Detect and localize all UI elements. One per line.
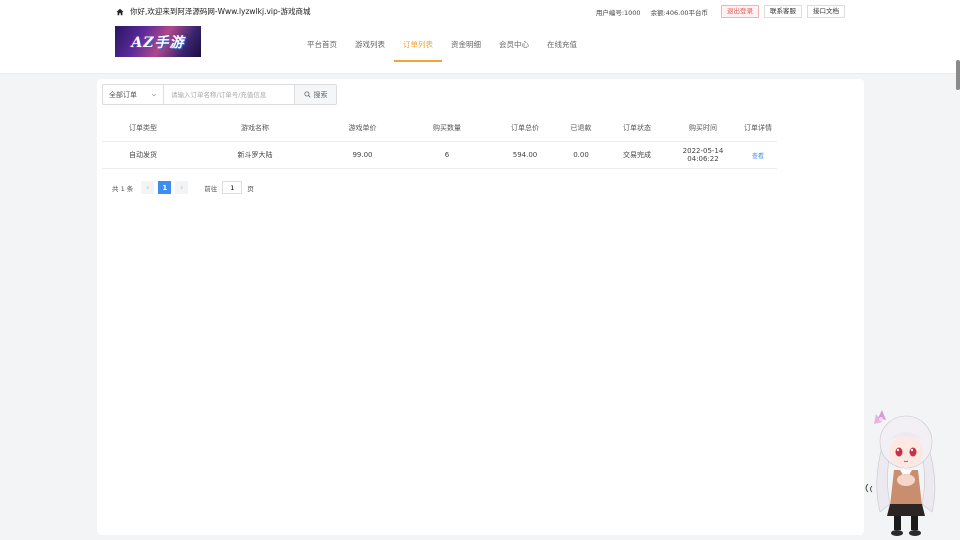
order-type-value: 全部订单 <box>109 90 137 99</box>
chevron-left-icon: ‹ <box>146 183 150 192</box>
welcome-bar: 你好,欢迎来到阿泽源码网-Www.lyzwlkj.vip-游戏商城 <box>116 6 310 17</box>
pagination: 共 1 条 ‹ 1 › 前往 页 <box>112 181 254 194</box>
nav-member[interactable]: 会员中心 <box>490 34 538 62</box>
next-page-button[interactable]: › <box>175 181 189 194</box>
cell-quantity: 6 <box>444 151 450 159</box>
col-total: 订单总价 <box>511 124 539 132</box>
cell-total: 594.00 <box>512 151 538 159</box>
search-input[interactable] <box>163 84 294 105</box>
logo[interactable]: AZ手游 <box>115 26 201 57</box>
order-type-select[interactable]: 全部订单 <box>102 84 163 105</box>
cell-purchase-time: 2022-05-14 04:06:22 <box>682 147 724 163</box>
balance: 余额:406.00平台币 <box>650 8 708 17</box>
support-button[interactable]: 联系客服 <box>764 5 802 18</box>
scrollbar[interactable] <box>956 60 960 90</box>
chevron-right-icon: › <box>180 183 184 192</box>
search-button-label: 搜索 <box>313 90 328 99</box>
main-nav: 平台首页 游戏列表 订单列表 资金明细 会员中心 在线充值 <box>298 34 586 62</box>
cell-order-type: 自动发货 <box>129 151 157 159</box>
logo-text: AZ手游 <box>131 34 185 51</box>
goto-page-input[interactable] <box>222 181 243 194</box>
table-header: 订单类型 游戏名称 游戏单价 购买数量 订单总价 已退款 订单状态 购买时间 订… <box>102 115 777 142</box>
cell-status: 交易完成 <box>623 151 651 159</box>
goto-label: 前往 <box>204 184 218 193</box>
table-row: 自动发货 新斗罗大陆 99.00 6 594.00 0.00 交易完成 2022… <box>102 142 777 169</box>
orders-card: 全部订单 搜索 订单类型 游戏名称 游戏单价 购买数量 订单总价 已退款 订单状… <box>97 79 864 535</box>
col-status: 订单状态 <box>623 124 651 132</box>
search-bar: 全部订单 搜索 <box>102 84 337 105</box>
home-icon[interactable] <box>116 8 124 16</box>
cell-unit-price: 99.00 <box>352 151 373 159</box>
col-order-type: 订单类型 <box>129 124 157 132</box>
nav-recharge[interactable]: 在线充值 <box>538 34 586 62</box>
nav-orders[interactable]: 订单列表 <box>394 34 442 62</box>
chevron-down-icon <box>151 93 157 96</box>
mascot-image <box>865 410 936 536</box>
account-bar: 用户编号:1000 余额:406.00平台币 退出登录 联系客服 接口文档 <box>596 5 845 18</box>
col-unit-price: 游戏单价 <box>348 124 377 132</box>
col-quantity: 购买数量 <box>433 124 461 132</box>
cell-refunded: 0.00 <box>573 151 589 159</box>
nav-games[interactable]: 游戏列表 <box>346 34 394 62</box>
col-refunded: 已退款 <box>570 124 592 132</box>
site-header: 你好,欢迎来到阿泽源码网-Www.lyzwlkj.vip-游戏商城 用户编号:1… <box>0 0 960 74</box>
total-count: 共 1 条 <box>112 184 134 193</box>
user-id: 用户编号:1000 <box>595 8 641 17</box>
page-number[interactable]: 1 <box>158 181 172 194</box>
col-game-name: 游戏名称 <box>241 124 269 132</box>
page-suffix: 页 <box>247 184 254 193</box>
search-button[interactable]: 搜索 <box>294 84 337 105</box>
api-docs-button[interactable]: 接口文档 <box>807 5 845 18</box>
welcome-text: 你好,欢迎来到阿泽源码网-Www.lyzwlkj.vip-游戏商城 <box>130 7 311 16</box>
view-details-link[interactable]: 查看 <box>752 153 764 160</box>
cell-game-name: 新斗罗大陆 <box>237 151 273 159</box>
orders-table: 订单类型 游戏名称 游戏单价 购买数量 订单总价 已退款 订单状态 购买时间 订… <box>102 115 777 169</box>
search-icon <box>303 91 311 98</box>
col-details: 订单详情 <box>744 124 772 132</box>
nav-home[interactable]: 平台首页 <box>298 34 346 62</box>
logout-button[interactable]: 退出登录 <box>721 5 759 18</box>
col-purchase-time: 购买时间 <box>689 124 717 132</box>
prev-page-button[interactable]: ‹ <box>141 181 155 194</box>
nav-funds[interactable]: 资金明细 <box>442 34 490 62</box>
